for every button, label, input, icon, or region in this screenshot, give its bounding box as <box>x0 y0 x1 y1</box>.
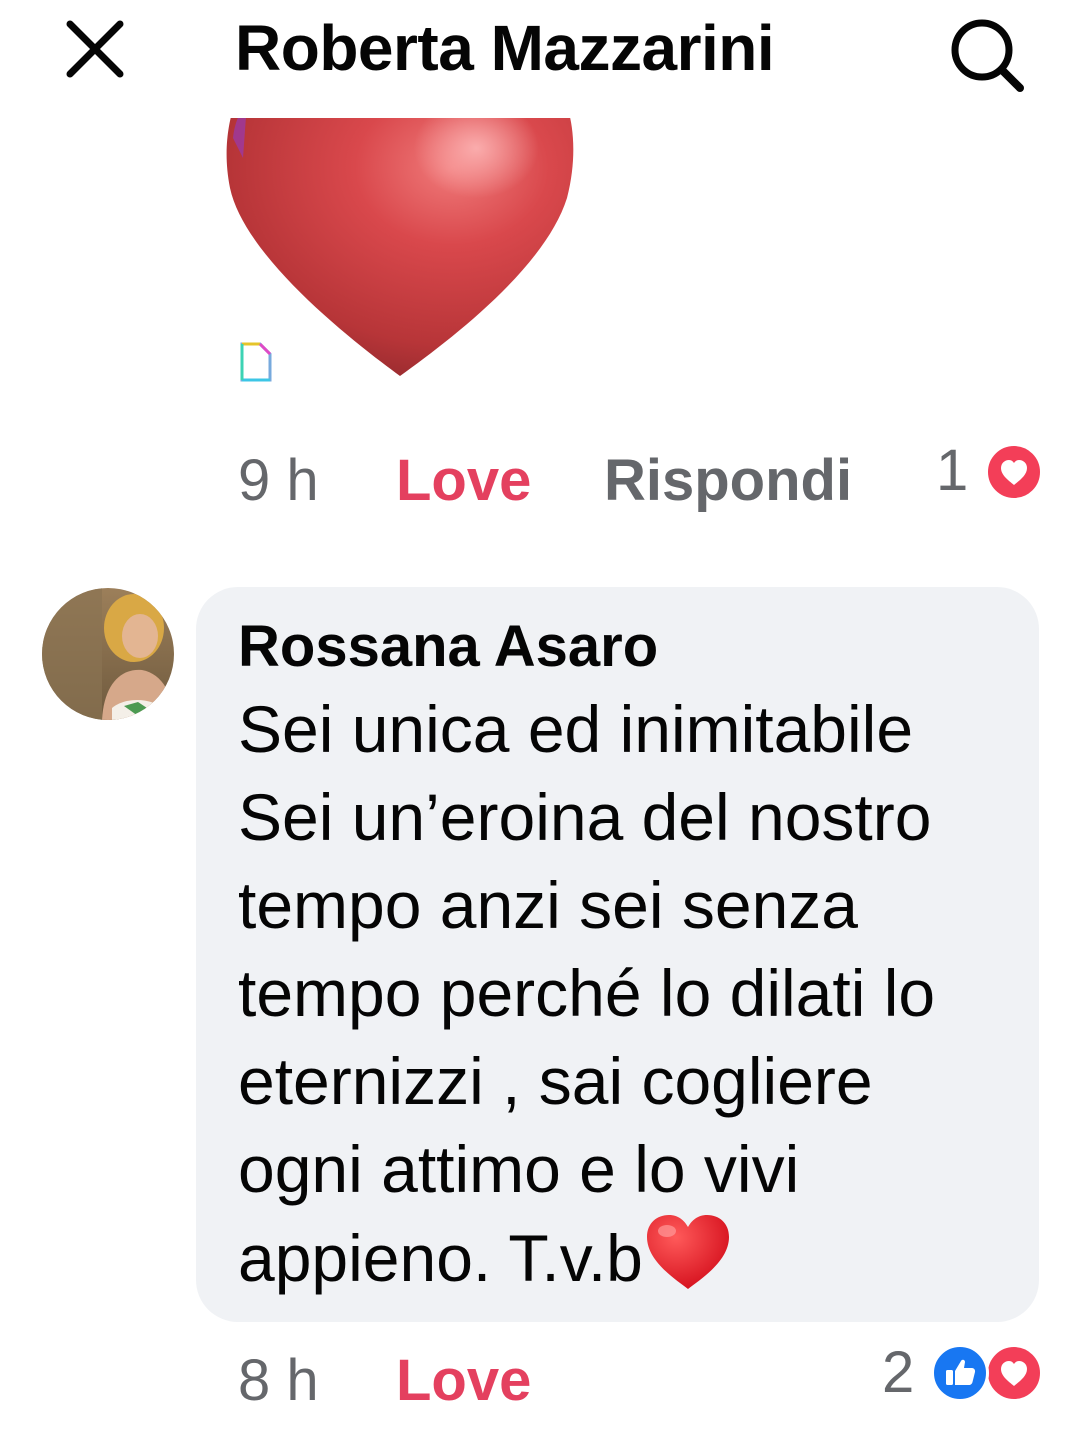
like-icon <box>931 1344 989 1402</box>
reaction-count[interactable]: 2 <box>882 1338 914 1408</box>
reaction-count[interactable]: 1 <box>936 436 968 506</box>
previous-comment-actions: 9 h Love Rispondi 1 <box>0 438 1079 516</box>
search-button[interactable] <box>940 12 1030 92</box>
top-bar: Roberta Mazzarini <box>0 0 1079 110</box>
comment-timestamp: 8 h <box>238 1348 319 1413</box>
heart-sticker[interactable] <box>225 118 575 380</box>
broken-file-icon <box>238 340 274 384</box>
love-reaction-button[interactable]: Love <box>396 446 531 516</box>
love-icon <box>985 1344 1043 1402</box>
reply-button[interactable]: Rispondi <box>604 446 852 516</box>
love-icon <box>985 443 1043 501</box>
comment-line-last: appieno. T.v.b <box>238 1213 1028 1302</box>
love-reaction-button[interactable]: Love <box>396 1346 531 1416</box>
comment-line: tempo anzi sei senza <box>238 868 859 942</box>
avatar[interactable] <box>42 588 174 720</box>
search-icon <box>951 19 1024 92</box>
close-button[interactable] <box>60 14 130 84</box>
comment-bubble: Rossana Asaro Sei unica ed inimitabile S… <box>196 587 1039 1322</box>
comment-text: Sei unica ed inimitabile Sei un’eroina d… <box>238 685 1028 1302</box>
comment-line: tempo perché lo dilati lo <box>238 956 936 1030</box>
comment-line: Sei un’eroina del nostro <box>238 780 932 854</box>
comment-line: appieno. T.v.b <box>238 1221 643 1295</box>
comment-actions: 8 h Love 2 <box>0 1340 1079 1416</box>
comment-line: eternizzi , sai cogliere <box>238 1044 873 1118</box>
comment-line: Sei unica ed inimitabile <box>238 692 914 766</box>
page-title: Roberta Mazzarini <box>235 12 775 84</box>
heart-emoji <box>645 1213 731 1291</box>
comment-line: ogni attimo e lo vivi <box>238 1132 800 1206</box>
comment-timestamp: 9 h <box>238 448 319 513</box>
close-icon <box>66 20 124 78</box>
comment-author[interactable]: Rossana Asaro <box>238 611 658 683</box>
